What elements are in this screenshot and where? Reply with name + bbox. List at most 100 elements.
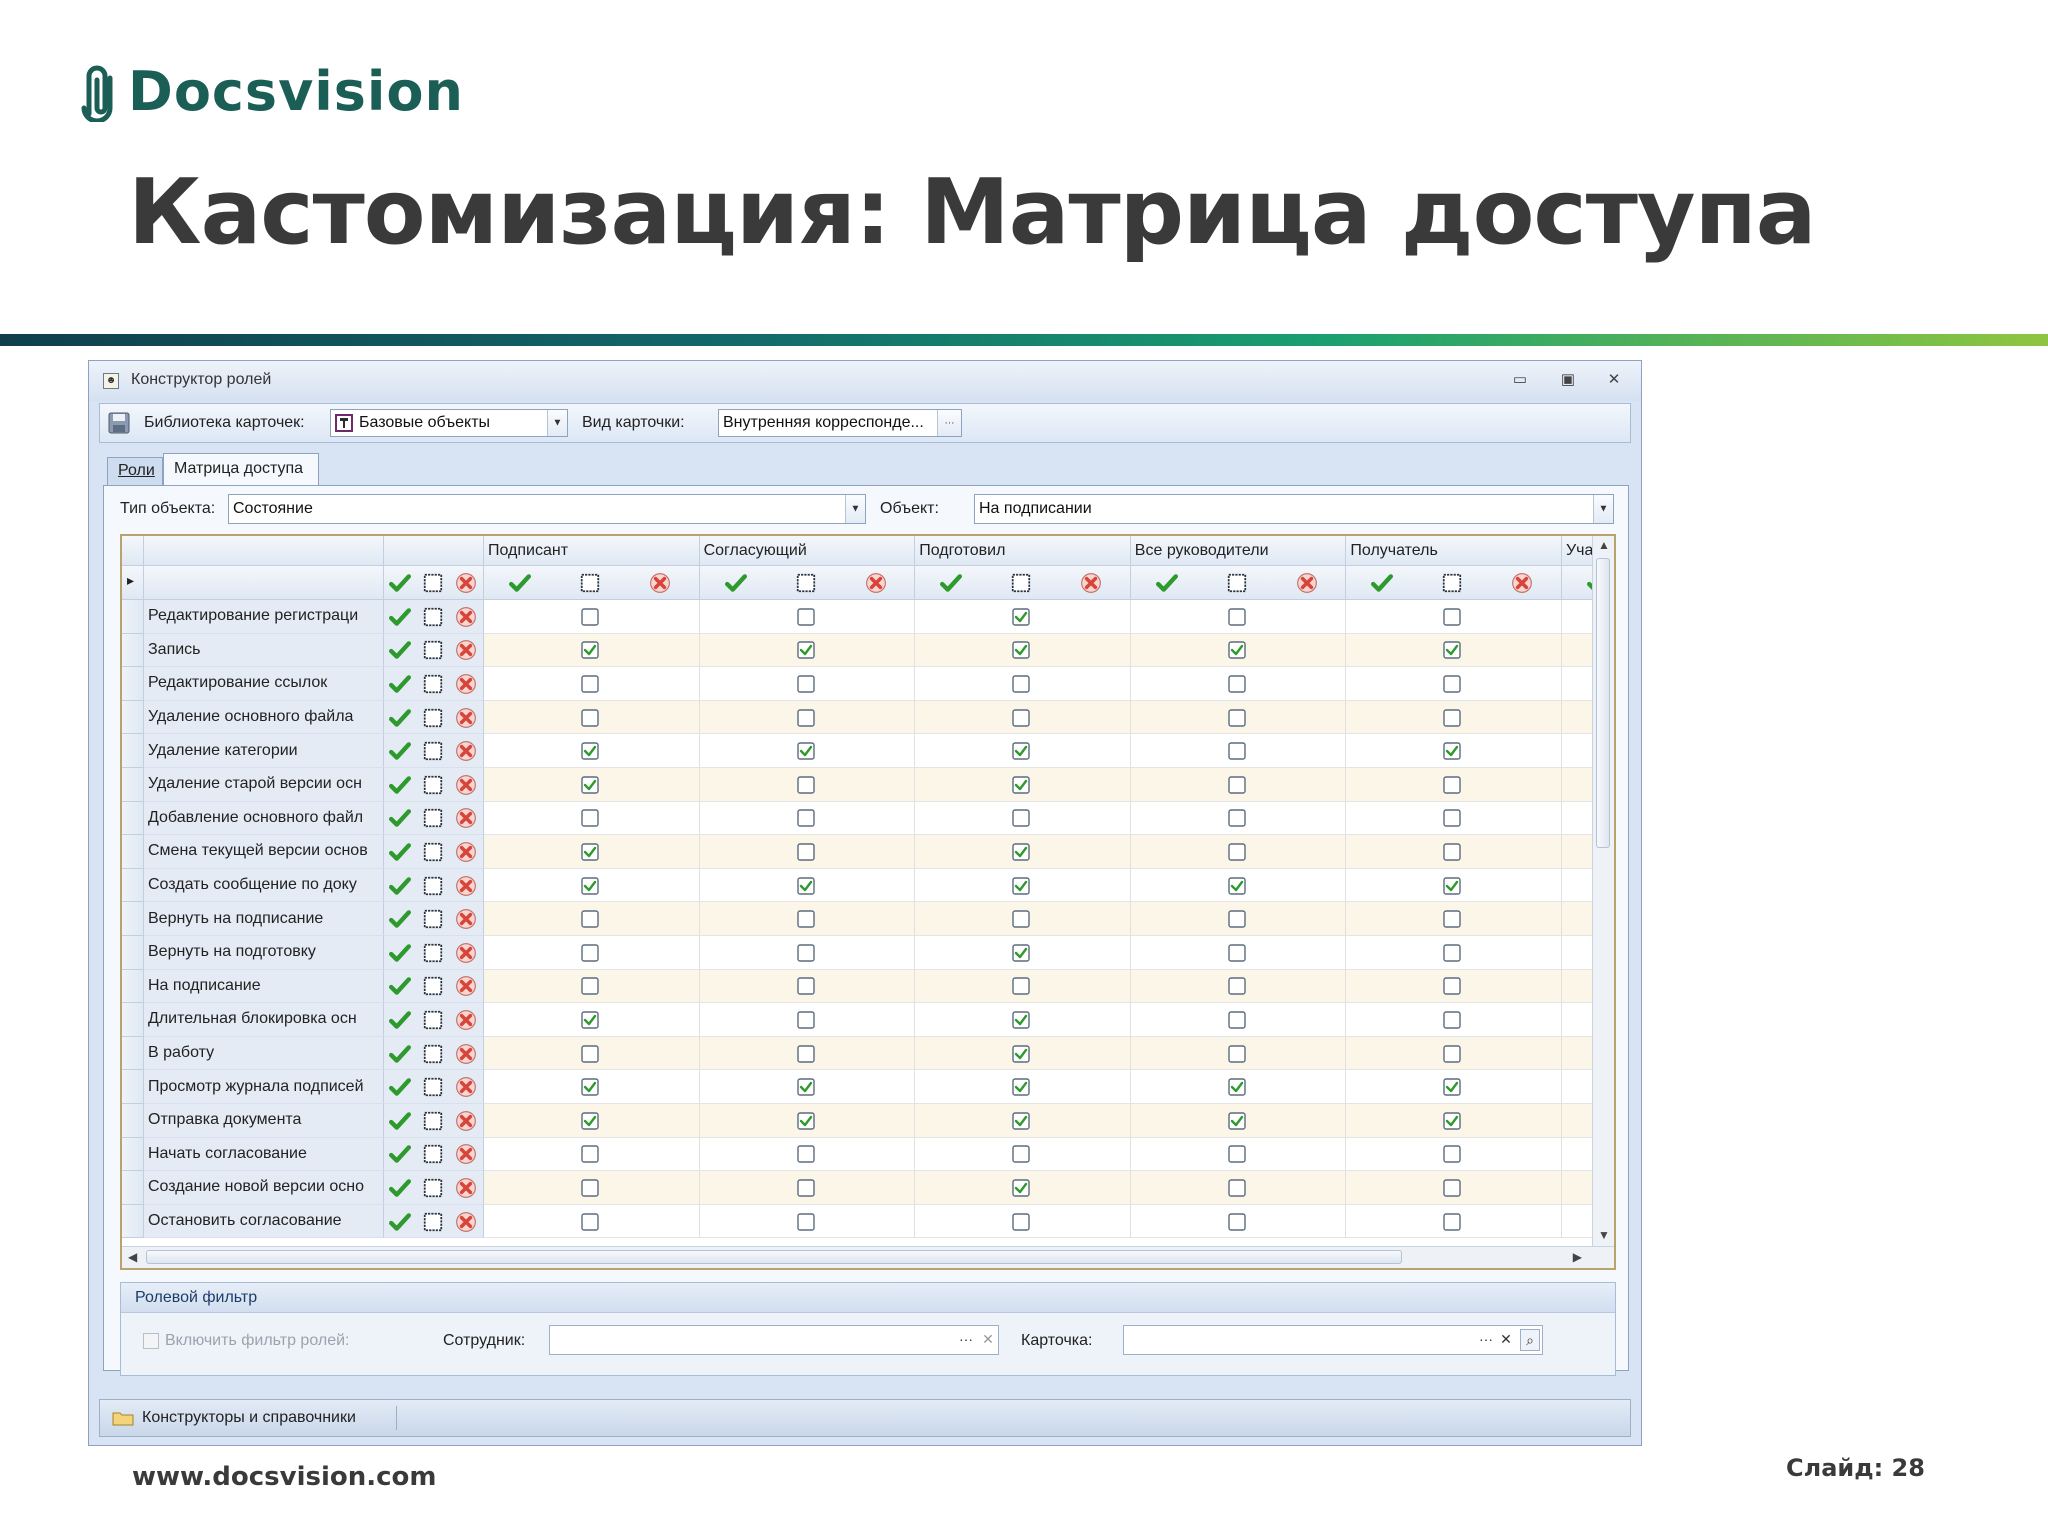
object-type-combo[interactable]: Состояние ▼ — [228, 494, 866, 524]
row-selector[interactable] — [122, 902, 144, 936]
permission-cell[interactable] — [1346, 868, 1562, 903]
horizontal-scrollbar[interactable]: ◀ ▶ — [122, 1246, 1614, 1268]
permission-cell[interactable] — [915, 700, 1131, 735]
green-check-icon[interactable] — [389, 1043, 411, 1065]
permission-cell[interactable] — [915, 969, 1131, 1004]
unchecked-checkbox-icon[interactable] — [796, 607, 816, 627]
unchecked-checkbox-icon[interactable] — [1227, 1178, 1247, 1198]
tab-roles[interactable]: Роли — [107, 457, 163, 485]
checked-checkbox-icon[interactable] — [1011, 607, 1031, 627]
red-cross-icon[interactable] — [649, 572, 671, 594]
scroll-up-icon[interactable]: ▲ — [1598, 538, 1610, 552]
empty-square-icon[interactable] — [422, 1143, 444, 1165]
unchecked-checkbox-icon[interactable] — [1227, 1212, 1247, 1232]
permission-cell[interactable] — [1130, 1104, 1347, 1138]
empty-square-icon[interactable] — [1010, 572, 1032, 594]
permission-cell[interactable] — [1346, 734, 1562, 768]
permission-cell[interactable] — [1346, 633, 1562, 668]
unchecked-checkbox-icon[interactable] — [796, 1010, 816, 1030]
empty-square-icon[interactable] — [422, 740, 444, 762]
permission-cell[interactable] — [1130, 1003, 1347, 1037]
unchecked-checkbox-icon[interactable] — [796, 1212, 816, 1232]
permission-cell[interactable] — [1130, 600, 1347, 634]
unchecked-checkbox-icon[interactable] — [1227, 943, 1247, 963]
unchecked-checkbox-icon[interactable] — [796, 976, 816, 996]
permission-cell[interactable] — [699, 969, 916, 1004]
permission-cell[interactable] — [484, 801, 700, 836]
unchecked-checkbox-icon[interactable] — [580, 607, 600, 627]
checked-checkbox-icon[interactable] — [580, 1077, 600, 1097]
permission-cell[interactable] — [484, 633, 700, 668]
unchecked-checkbox-icon[interactable] — [1011, 1144, 1031, 1164]
permission-cell[interactable] — [699, 700, 916, 735]
unchecked-checkbox-icon[interactable] — [1442, 1044, 1462, 1064]
enable-role-filter-checkbox[interactable] — [143, 1333, 159, 1349]
red-cross-icon[interactable] — [1296, 572, 1318, 594]
empty-square-icon[interactable] — [422, 606, 444, 628]
unchecked-checkbox-icon[interactable] — [1011, 909, 1031, 929]
unchecked-checkbox-icon[interactable] — [1011, 808, 1031, 828]
checked-checkbox-icon[interactable] — [1011, 1077, 1031, 1097]
permission-cell[interactable] — [1130, 768, 1347, 802]
permission-cell[interactable] — [484, 868, 700, 903]
empty-square-icon[interactable] — [422, 673, 444, 695]
permission-cell[interactable] — [1346, 1171, 1562, 1205]
checked-checkbox-icon[interactable] — [796, 876, 816, 896]
checked-checkbox-icon[interactable] — [580, 842, 600, 862]
permission-cell[interactable] — [1346, 1036, 1562, 1071]
unchecked-checkbox-icon[interactable] — [1442, 708, 1462, 728]
checked-checkbox-icon[interactable] — [580, 876, 600, 896]
library-combo[interactable]: Базовые объекты ▼ — [330, 409, 568, 437]
red-cross-icon[interactable] — [455, 1211, 477, 1233]
permission-cell[interactable] — [699, 1137, 916, 1172]
unchecked-checkbox-icon[interactable] — [1227, 741, 1247, 761]
row-selector[interactable] — [122, 1070, 144, 1104]
red-cross-icon[interactable] — [455, 841, 477, 863]
permission-cell[interactable] — [484, 667, 700, 701]
permission-cell[interactable] — [915, 633, 1131, 668]
employee-input[interactable]: ··· ✕ — [549, 1325, 999, 1355]
green-check-icon[interactable] — [389, 1143, 411, 1165]
red-cross-icon[interactable] — [865, 572, 887, 594]
row-selector[interactable] — [122, 1171, 144, 1205]
permission-cell[interactable] — [1130, 868, 1347, 903]
employee-clear-icon[interactable]: ✕ — [978, 1327, 998, 1353]
green-check-icon[interactable] — [389, 1177, 411, 1199]
red-cross-icon[interactable] — [455, 875, 477, 897]
empty-square-icon[interactable] — [422, 1177, 444, 1199]
empty-square-icon[interactable] — [422, 1211, 444, 1233]
green-check-icon[interactable] — [940, 572, 963, 594]
permission-cell[interactable] — [699, 768, 916, 802]
row-selector[interactable] — [122, 700, 144, 735]
permission-cell[interactable] — [1346, 768, 1562, 802]
permission-cell[interactable] — [1130, 1204, 1347, 1239]
unchecked-checkbox-icon[interactable] — [580, 1178, 600, 1198]
green-check-icon[interactable] — [389, 1110, 411, 1132]
permission-cell[interactable] — [484, 1171, 700, 1205]
permission-cell[interactable] — [1346, 1204, 1562, 1239]
scroll-left-icon[interactable]: ◀ — [128, 1250, 137, 1264]
unchecked-checkbox-icon[interactable] — [1442, 1212, 1462, 1232]
red-cross-icon[interactable] — [455, 740, 477, 762]
green-check-icon[interactable] — [389, 1211, 411, 1233]
unchecked-checkbox-icon[interactable] — [1442, 1144, 1462, 1164]
red-cross-icon[interactable] — [1080, 572, 1102, 594]
row-selector[interactable] — [122, 868, 144, 903]
unchecked-checkbox-icon[interactable] — [1227, 708, 1247, 728]
checked-checkbox-icon[interactable] — [1442, 741, 1462, 761]
checked-checkbox-icon[interactable] — [580, 1010, 600, 1030]
unchecked-checkbox-icon[interactable] — [796, 808, 816, 828]
library-dropdown-arrow-icon[interactable]: ▼ — [547, 410, 567, 436]
row-selector[interactable] — [122, 936, 144, 970]
unchecked-checkbox-icon[interactable] — [1442, 674, 1462, 694]
unchecked-checkbox-icon[interactable] — [1442, 909, 1462, 929]
permission-cell[interactable] — [1346, 1137, 1562, 1172]
checked-checkbox-icon[interactable] — [1011, 1178, 1031, 1198]
unchecked-checkbox-icon[interactable] — [796, 708, 816, 728]
row-selector[interactable] — [122, 969, 144, 1004]
permission-cell[interactable] — [484, 700, 700, 735]
empty-square-icon[interactable] — [422, 942, 444, 964]
unchecked-checkbox-icon[interactable] — [1011, 1212, 1031, 1232]
red-cross-icon[interactable] — [455, 1076, 477, 1098]
unchecked-checkbox-icon[interactable] — [580, 943, 600, 963]
